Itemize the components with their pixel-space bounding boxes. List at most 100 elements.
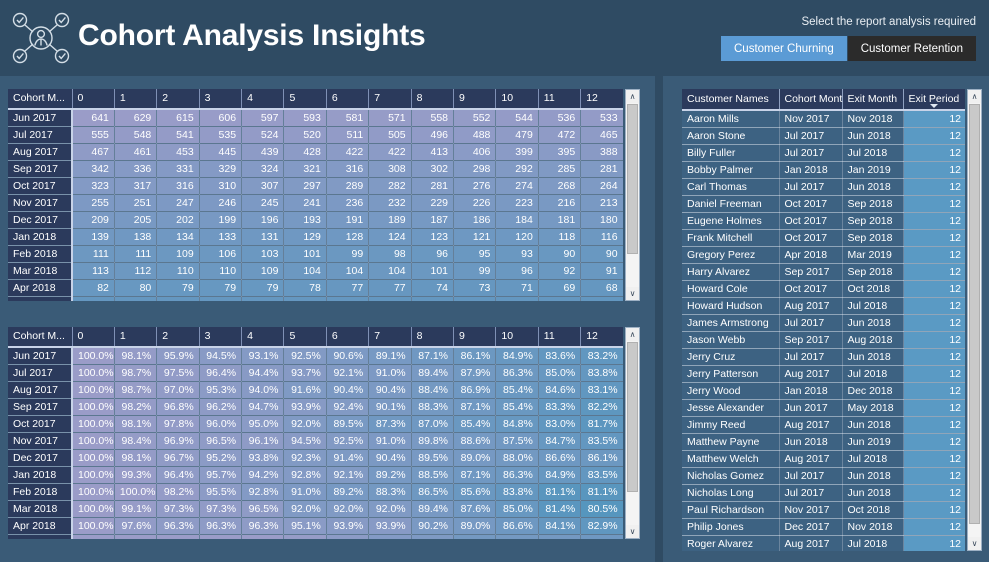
matrix-cell[interactable]: 87.0%	[411, 415, 455, 433]
matrix-row[interactable]: Apr 2018 82 80 79 79 79 78 77 77 74 73 71 69 68	[8, 279, 623, 297]
matrix-column-header-11[interactable]: 11	[538, 89, 582, 110]
cohort-month-cell[interactable]: Jan 2018	[779, 161, 843, 179]
cohort-retention-scrollbar[interactable]: ∧ ∨	[625, 327, 640, 539]
matrix-cell[interactable]: 73	[453, 279, 497, 297]
matrix-cell[interactable]: 92.8%	[283, 466, 327, 484]
matrix-column-header-9[interactable]: 9	[453, 89, 497, 110]
customer-name-cell[interactable]: Howard Cole	[682, 280, 780, 298]
matrix-cell[interactable]: 99.3%	[114, 466, 158, 484]
matrix-cell[interactable]: 91.6%	[283, 381, 327, 399]
matrix-cell[interactable]: 86.1%	[453, 347, 497, 365]
matrix-cell[interactable]: 96.8%	[156, 398, 200, 416]
cohort-month-cell[interactable]: Dec 2017	[779, 518, 843, 536]
matrix-row-label[interactable]: Feb 2018	[8, 483, 73, 501]
cohort-month-cell[interactable]: Aug 2017	[779, 535, 843, 551]
matrix-cell[interactable]: 91	[580, 262, 623, 280]
matrix-row[interactable]: Mar 2018 113 112 110 110 109 104 104 104 101 99 96 9…	[8, 262, 623, 280]
matrix-row-label[interactable]: Nov 2017	[8, 194, 73, 212]
exit-month-cell[interactable]: Jun 2018	[842, 127, 904, 145]
matrix-cell[interactable]: 83.3%	[538, 398, 582, 416]
matrix-cell[interactable]: 78	[283, 279, 327, 297]
matrix-cell[interactable]: 90	[538, 245, 582, 263]
matrix-column-header-5[interactable]: 5	[283, 89, 327, 110]
matrix-cell[interactable]: 81.1%	[580, 483, 623, 501]
matrix-cell[interactable]: 91.0%	[368, 364, 412, 382]
matrix-cell[interactable]: 109	[241, 262, 285, 280]
matrix-cell[interactable]: 94.5%	[283, 432, 327, 450]
matrix-cell[interactable]: 524	[241, 126, 285, 144]
scroll-up-icon[interactable]: ∧	[626, 328, 639, 341]
table-row[interactable]: Carl Thomas Jul 2017 Jun 2018 12	[682, 178, 965, 196]
cohort-month-cell[interactable]: Jul 2017	[779, 144, 843, 162]
matrix-cell[interactable]: 92.3%	[283, 449, 327, 467]
matrix-cell[interactable]: 98.1%	[114, 415, 158, 433]
matrix-cell[interactable]: 544	[495, 109, 539, 127]
matrix-row[interactable]: Sep 2017 100.0% 98.2% 96.8% 96.2% 94.7% 93.9% 9…	[8, 398, 623, 416]
matrix-cell[interactable]: 69	[241, 296, 285, 301]
matrix-cell[interactable]: 92.0%	[368, 500, 412, 518]
matrix-row[interactable]: Jan 2018 139 138 134 133 131 129 128 124 123 121 12…	[8, 228, 623, 246]
matrix-cell[interactable]: 196	[241, 211, 285, 229]
exit-month-cell[interactable]: May 2018	[842, 399, 904, 417]
matrix-cell[interactable]: 92.1%	[326, 364, 370, 382]
exit-period-cell[interactable]: 12	[903, 110, 965, 128]
customer-name-cell[interactable]: Gregory Perez	[682, 246, 780, 264]
matrix-cell[interactable]: 465	[580, 126, 623, 144]
matrix-cell[interactable]: 129	[283, 228, 327, 246]
table-row[interactable]: Matthew Payne Jun 2018 Jun 2019 12	[682, 433, 965, 451]
matrix-cell[interactable]: 95.7%	[326, 534, 370, 539]
matrix-row-label[interactable]: Jun 2017	[8, 347, 73, 365]
matrix-cell[interactable]: 87.1%	[453, 466, 497, 484]
matrix-cell[interactable]: 90.2%	[411, 517, 455, 535]
matrix-cell[interactable]: 82.2%	[580, 398, 623, 416]
matrix-cell[interactable]: 520	[283, 126, 327, 144]
exit-month-cell[interactable]: Jun 2018	[842, 178, 904, 196]
customer-name-cell[interactable]: Carl Thomas	[682, 178, 780, 196]
matrix-cell[interactable]: 406	[453, 143, 497, 161]
matrix-cell[interactable]: 323	[72, 177, 115, 195]
matrix-cell[interactable]: 276	[453, 177, 497, 195]
matrix-cell[interactable]: 68	[580, 279, 623, 297]
matrix-cell[interactable]: 98.1%	[114, 347, 158, 365]
exit-period-cell[interactable]: 12	[903, 416, 965, 434]
matrix-cell[interactable]: 615	[156, 109, 200, 127]
matrix-cell[interactable]: 552	[453, 109, 497, 127]
matrix-cell[interactable]: 535	[199, 126, 243, 144]
matrix-cell[interactable]: 216	[538, 194, 582, 212]
matrix-row[interactable]: Mar 2018 100.0% 99.1% 97.3% 97.3% 96.5% 92.0% 9…	[8, 500, 623, 518]
matrix-cell[interactable]: 90.4%	[368, 381, 412, 399]
matrix-cell[interactable]: 496	[411, 126, 455, 144]
matrix-cell[interactable]: 511	[326, 126, 370, 144]
matrix-cell[interactable]: 298	[453, 160, 497, 178]
matrix-cell[interactable]: 467	[72, 143, 115, 161]
matrix-row[interactable]: Oct 2017 323 317 316 310 307 297 289 282 281 276 27…	[8, 177, 623, 195]
matrix-row-label[interactable]: Mar 2018	[8, 262, 73, 280]
customer-name-cell[interactable]: Nicholas Gomez	[682, 467, 780, 485]
matrix-cell[interactable]: 99	[453, 262, 497, 280]
matrix-column-header-2[interactable]: 2	[156, 89, 200, 110]
matrix-cell[interactable]: 89.0%	[453, 449, 497, 467]
matrix-cell[interactable]: 97.8%	[156, 415, 200, 433]
matrix-row-label[interactable]: Dec 2017	[8, 211, 73, 229]
matrix-cell[interactable]: 69	[72, 296, 115, 301]
matrix-row-label[interactable]: Sep 2017	[8, 160, 73, 178]
matrix-cell[interactable]: 95.7%	[199, 466, 243, 484]
exit-period-cell[interactable]: 12	[903, 314, 965, 332]
matrix-row-label[interactable]: Sep 2017	[8, 398, 73, 416]
matrix-cell[interactable]: 472	[538, 126, 582, 144]
matrix-cell[interactable]: 92.8%	[368, 534, 412, 539]
customer-retention-button[interactable]: Customer Retention	[847, 36, 976, 61]
matrix-cell[interactable]: 395	[538, 143, 582, 161]
matrix-cell[interactable]: 83.0%	[538, 415, 582, 433]
matrix-row[interactable]: May 201869696969696866646361616160	[8, 296, 623, 301]
matrix-cell[interactable]: 541	[156, 126, 200, 144]
exit-month-cell[interactable]: Jun 2018	[842, 416, 904, 434]
matrix-column-header-12[interactable]: 12	[580, 89, 623, 110]
matrix-cell[interactable]: 629	[114, 109, 158, 127]
matrix-cell[interactable]: 90	[580, 245, 623, 263]
matrix-cell[interactable]: 100.0%	[72, 500, 115, 518]
matrix-cell[interactable]: 86.1%	[580, 449, 623, 467]
exit-month-cell[interactable]: Jan 2019	[842, 161, 904, 179]
matrix-cell[interactable]: 87.0%	[580, 534, 623, 539]
matrix-cell[interactable]: 121	[453, 228, 497, 246]
